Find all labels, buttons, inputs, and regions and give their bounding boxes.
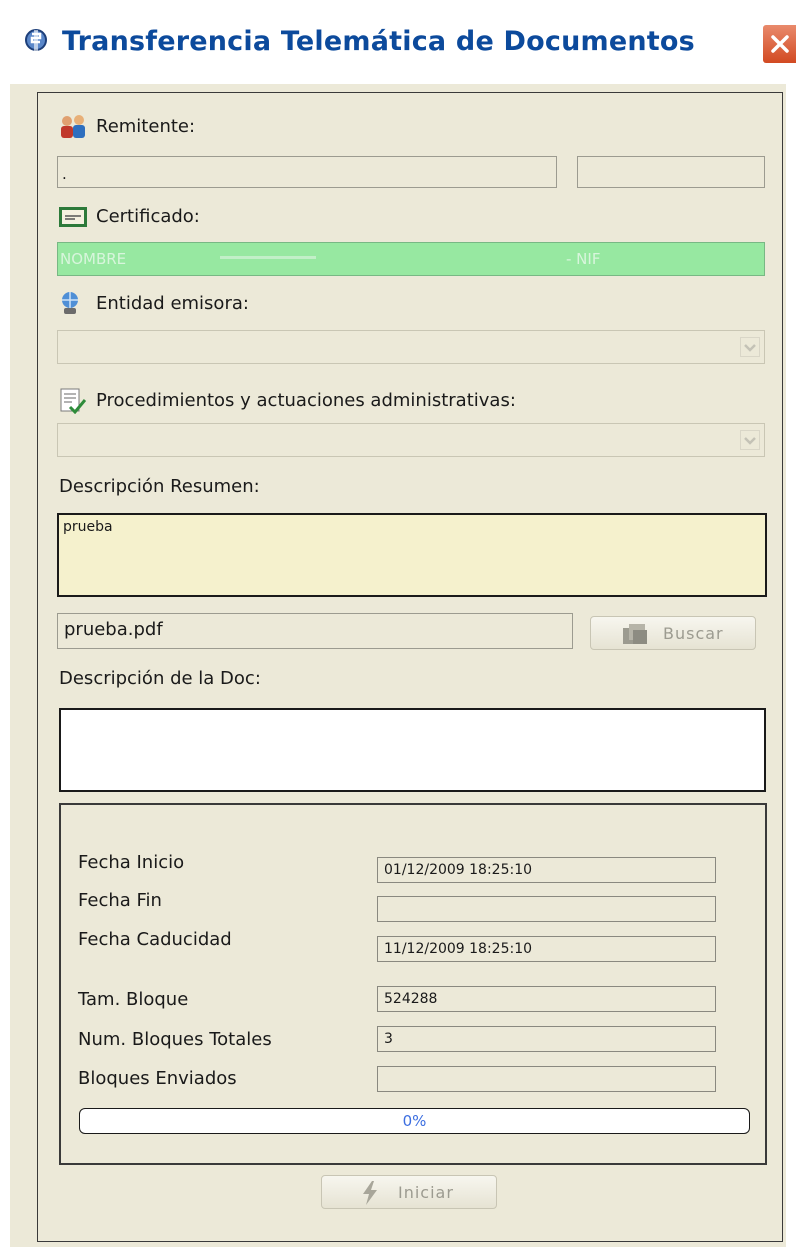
block-size-label: Tam. Bloque xyxy=(78,989,189,1010)
sender-label: Remitente: xyxy=(96,116,196,137)
close-button[interactable] xyxy=(762,24,796,64)
certificate-nif: - NIF xyxy=(566,250,601,268)
issuer-label: Entidad emisora: xyxy=(96,293,249,314)
start-button[interactable]: Iniciar xyxy=(321,1175,497,1209)
chevron-down-icon xyxy=(744,344,756,352)
window-frame-right xyxy=(786,84,796,1247)
sender-name-field[interactable]: . xyxy=(57,156,557,188)
start-date-label: Fecha Inicio xyxy=(78,852,185,873)
dialog-window: Transferencia Telemática de Documentos R… xyxy=(0,0,796,1247)
folder-icon xyxy=(623,624,647,644)
certificate-name-redacted xyxy=(220,256,316,259)
chevron-down-icon xyxy=(744,437,756,445)
browse-button[interactable]: Buscar xyxy=(590,616,756,650)
summary-label: Descripción Resumen: xyxy=(59,476,260,497)
progress-label: 0% xyxy=(402,1112,427,1130)
procedures-label: Procedimientos y actuaciones administrat… xyxy=(96,390,516,411)
certificate-name: NOMBRE xyxy=(60,250,127,268)
close-icon xyxy=(771,35,789,53)
sent-blocks-label: Bloques Enviados xyxy=(78,1068,237,1089)
doc-description-textarea[interactable] xyxy=(59,708,766,792)
globe-user-icon xyxy=(58,290,84,316)
expiry-date-field: 11/12/2009 18:25:10 xyxy=(377,936,716,962)
title-bar: Transferencia Telemática de Documentos xyxy=(0,0,796,84)
end-date-label: Fecha Fin xyxy=(78,890,162,911)
total-blocks-label: Num. Bloques Totales xyxy=(78,1029,272,1050)
end-date-field xyxy=(377,896,716,922)
sent-blocks-field xyxy=(377,1066,716,1092)
window-title: Transferencia Telemática de Documentos xyxy=(62,26,695,57)
progress-bar: 0% xyxy=(79,1108,750,1134)
app-icon xyxy=(24,26,48,56)
expiry-date-label: Fecha Caducidad xyxy=(78,929,232,950)
browse-button-label: Buscar xyxy=(663,624,724,643)
procedures-select[interactable] xyxy=(57,423,765,457)
certificate-label: Certificado: xyxy=(96,206,200,227)
sender-id-field[interactable] xyxy=(577,156,765,188)
procedures-dropdown-button[interactable] xyxy=(740,430,760,450)
start-date-field: 01/12/2009 18:25:10 xyxy=(377,857,716,883)
file-path-field[interactable]: prueba.pdf xyxy=(57,613,573,649)
block-size-field: 524288 xyxy=(377,986,716,1012)
certificate-field[interactable]: NOMBRE - NIF xyxy=(57,242,765,276)
issuer-dropdown-button[interactable] xyxy=(740,337,760,357)
doc-description-label: Descripción de la Doc: xyxy=(59,668,261,689)
certificate-icon xyxy=(58,205,88,229)
issuer-select[interactable] xyxy=(57,330,765,364)
start-button-label: Iniciar xyxy=(398,1183,454,1202)
window-frame-left xyxy=(0,84,10,1247)
lightning-icon xyxy=(363,1181,377,1205)
users-icon xyxy=(58,114,88,140)
total-blocks-field: 3 xyxy=(377,1026,716,1052)
summary-textarea[interactable]: prueba xyxy=(57,513,767,597)
document-check-icon xyxy=(58,388,87,415)
